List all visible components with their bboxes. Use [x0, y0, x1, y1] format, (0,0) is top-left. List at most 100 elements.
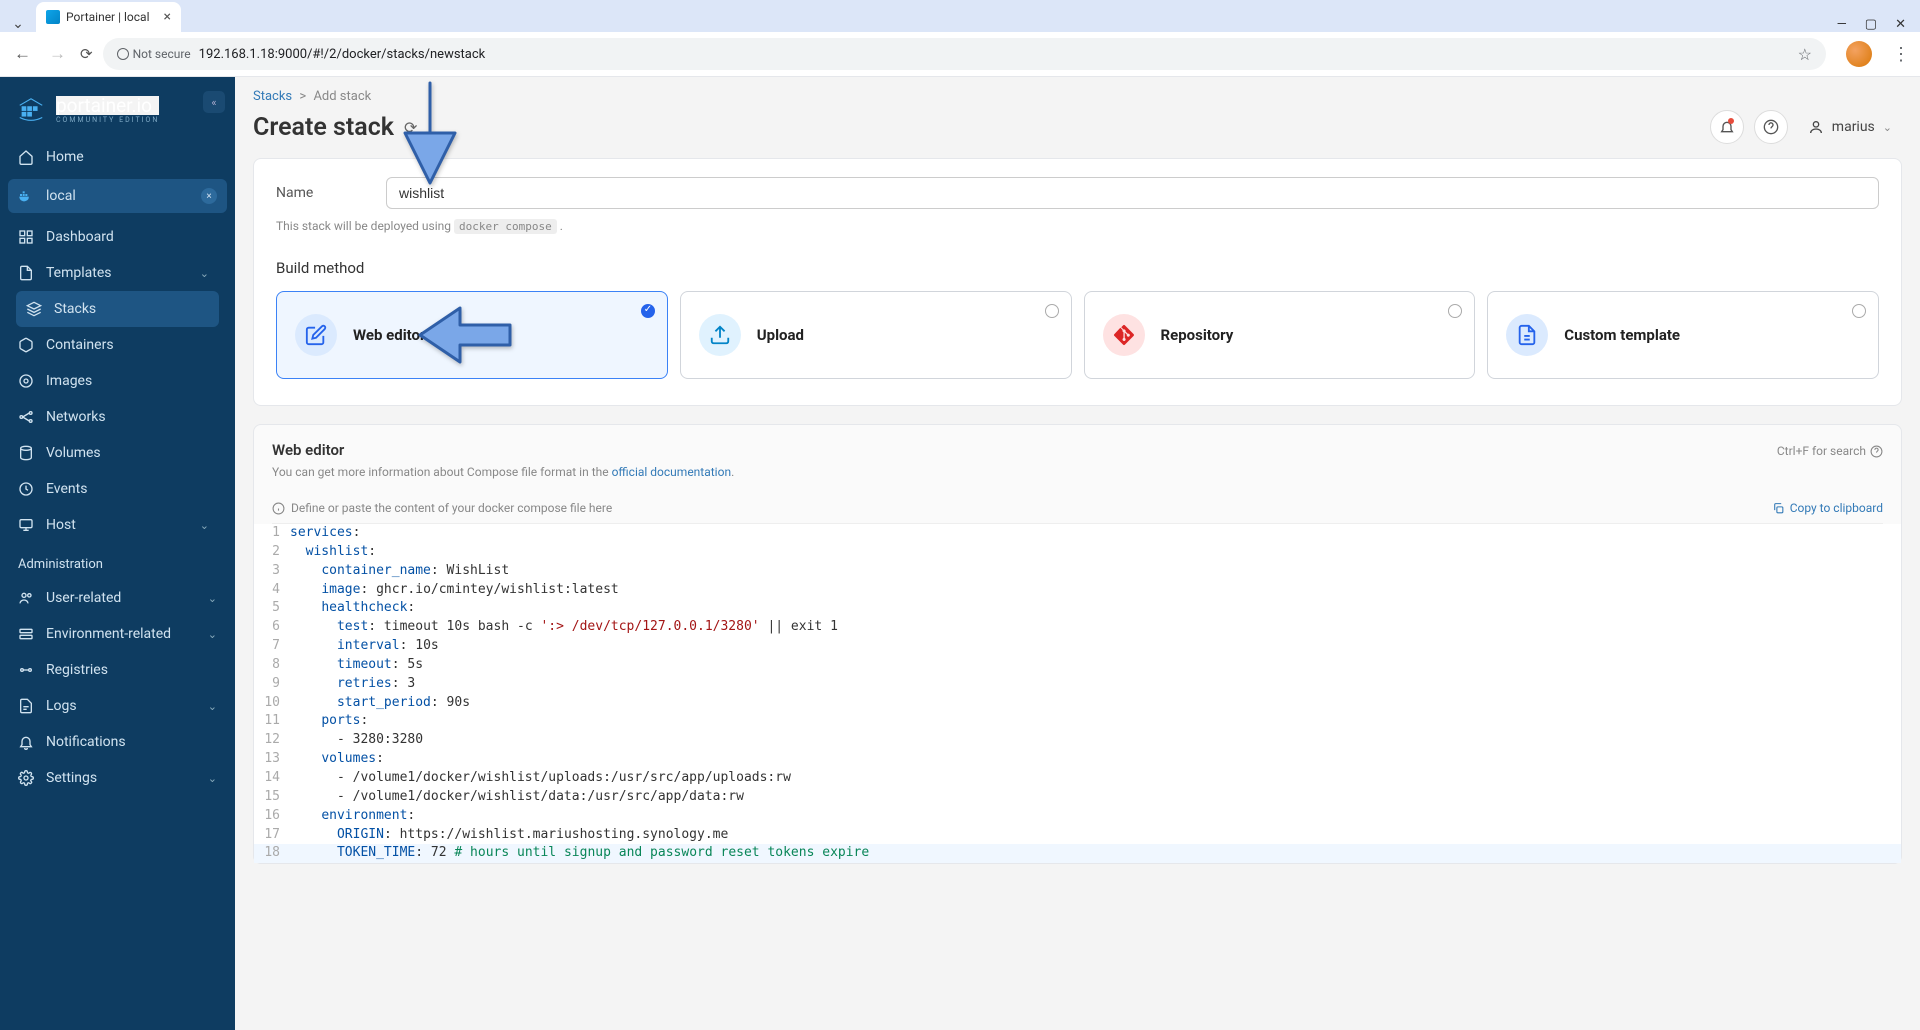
sidebar-item-templates[interactable]: Templates ⌄ — [8, 255, 227, 291]
chevron-down-icon: ⌄ — [208, 772, 217, 785]
back-icon[interactable]: ← — [10, 40, 35, 68]
copy-icon — [1772, 502, 1785, 515]
code-line[interactable]: 5 healthcheck: — [254, 599, 1901, 618]
brand-sub-text: COMMUNITY EDITION — [56, 117, 159, 124]
upload-icon — [699, 314, 741, 356]
sidebar-item-notifications[interactable]: Notifications — [0, 724, 235, 760]
sidebar-item-label: Networks — [46, 409, 106, 425]
url-box[interactable]: Not secure 192.168.1.18:9000/#!/2/docker… — [103, 38, 1826, 70]
code-line[interactable]: 16 environment: — [254, 807, 1901, 826]
code-line[interactable]: 3 container_name: WishList — [254, 562, 1901, 581]
tab-search-dropdown[interactable]: ⌄ — [8, 16, 28, 32]
code-line[interactable]: 9 retries: 3 — [254, 675, 1901, 694]
refresh-icon[interactable]: ⟳ — [404, 118, 417, 137]
sidebar-item-label: Templates — [46, 265, 112, 281]
code-line[interactable]: 7 interval: 10s — [254, 637, 1901, 656]
copy-to-clipboard-button[interactable]: Copy to clipboard — [1772, 501, 1883, 515]
code-line[interactable]: 2 wishlist: — [254, 543, 1901, 562]
code-line[interactable]: 4 image: ghcr.io/cmintey/wishlist:latest — [254, 581, 1901, 600]
sidebar-item-home[interactable]: Home — [0, 139, 235, 175]
stack-form-card: Name This stack will be deployed using d… — [253, 158, 1902, 406]
profile-avatar-icon[interactable] — [1846, 41, 1872, 67]
page-header: Create stack ⟳ marius ⌄ — [235, 110, 1920, 158]
reload-icon[interactable]: ⟳ — [80, 45, 93, 63]
environment-close-icon[interactable]: × — [201, 188, 217, 204]
env-icon — [18, 626, 34, 642]
chevron-down-icon: ⌄ — [200, 267, 209, 280]
method-label: Custom template — [1564, 326, 1680, 344]
admin-heading: Administration — [0, 543, 235, 580]
code-line[interactable]: 17 ORIGIN: https://wishlist.mariushostin… — [254, 826, 1901, 845]
sidebar-item-containers[interactable]: Containers — [8, 327, 227, 363]
help-icon — [1763, 119, 1779, 135]
sidebar-item-stacks[interactable]: Stacks — [16, 291, 219, 327]
code-line[interactable]: 10 start_period: 90s — [254, 694, 1901, 713]
method-repository[interactable]: Repository — [1084, 291, 1476, 379]
user-menu[interactable]: marius ⌄ — [1798, 113, 1902, 141]
browser-menu-icon[interactable]: ⋮ — [1892, 44, 1910, 65]
code-line[interactable]: 8 timeout: 5s — [254, 656, 1901, 675]
code-line[interactable]: 12 - 3280:3280 — [254, 731, 1901, 750]
maximize-icon[interactable]: ▢ — [1865, 17, 1877, 32]
minimize-icon[interactable]: — — [1837, 17, 1847, 32]
sidebar-environment[interactable]: local × — [8, 179, 227, 213]
sidebar-item-label: Settings — [46, 770, 97, 786]
radio-selected-icon — [641, 304, 655, 318]
build-method-options: Web editor Upload Repository Custom temp… — [276, 291, 1879, 379]
sidebar-item-user-related[interactable]: User-related⌄ — [0, 580, 235, 616]
docs-link[interactable]: official documentation — [612, 465, 732, 479]
code-editor[interactable]: 1services:2 wishlist:3 container_name: W… — [254, 524, 1901, 863]
tab-close-icon[interactable]: × — [164, 9, 171, 25]
help-icon[interactable] — [1870, 445, 1883, 458]
info-icon — [272, 502, 285, 515]
method-custom-template[interactable]: Custom template — [1487, 291, 1879, 379]
sidebar-item-networks[interactable]: Networks — [8, 399, 227, 435]
logs-icon — [18, 698, 34, 714]
code-line[interactable]: 1services: — [254, 524, 1901, 543]
security-indicator[interactable]: Not secure — [117, 47, 191, 61]
sidebar-item-logs[interactable]: Logs⌄ — [0, 688, 235, 724]
sidebar-item-label: Registries — [46, 662, 108, 678]
sidebar: portainer.io COMMUNITY EDITION « Home lo… — [0, 77, 235, 1030]
chevron-down-icon: ⌄ — [208, 628, 217, 641]
help-button[interactable] — [1754, 110, 1788, 144]
code-line[interactable]: 11 ports: — [254, 712, 1901, 731]
sidebar-item-host[interactable]: Host ⌄ — [8, 507, 227, 543]
radio-icon — [1852, 304, 1866, 318]
forward-icon[interactable]: → — [45, 40, 70, 68]
sidebar-item-registries[interactable]: Registries — [0, 652, 235, 688]
users-icon — [18, 590, 34, 606]
breadcrumb-root[interactable]: Stacks — [253, 89, 292, 104]
method-upload[interactable]: Upload — [680, 291, 1072, 379]
editor-sub: You can get more information about Compo… — [272, 465, 1883, 479]
sidebar-item-images[interactable]: Images — [8, 363, 227, 399]
close-window-icon[interactable]: ✕ — [1895, 17, 1906, 32]
code-line[interactable]: 18 TOKEN_TIME: 72 # hours until signup a… — [254, 844, 1901, 863]
sidebar-item-label: Host — [46, 517, 76, 533]
method-web-editor[interactable]: Web editor — [276, 291, 668, 379]
sidebar-item-events[interactable]: Events — [8, 471, 227, 507]
sidebar-item-volumes[interactable]: Volumes — [8, 435, 227, 471]
main-content: Stacks > Add stack Create stack ⟳ marius… — [235, 77, 1920, 1030]
logo[interactable]: portainer.io COMMUNITY EDITION « — [0, 77, 235, 139]
code-line[interactable]: 15 - /volume1/docker/wishlist/data:/usr/… — [254, 788, 1901, 807]
collapse-sidebar-button[interactable]: « — [203, 91, 225, 113]
code-line[interactable]: 6 test: timeout 10s bash -c ':> /dev/tcp… — [254, 618, 1901, 637]
bookmark-star-icon[interactable]: ☆ — [1798, 45, 1812, 64]
networks-icon — [18, 409, 34, 425]
sidebar-item-settings[interactable]: Settings ⌄ — [0, 760, 235, 796]
sidebar-item-dashboard[interactable]: Dashboard — [8, 219, 227, 255]
code-line[interactable]: 14 - /volume1/docker/wishlist/uploads:/u… — [254, 769, 1901, 788]
notifications-button[interactable] — [1710, 110, 1744, 144]
browser-tab[interactable]: Portainer | local × — [36, 2, 181, 32]
events-icon — [18, 481, 34, 497]
placeholder-hint: Define or paste the content of your dock… — [291, 501, 612, 515]
chevron-down-icon: ⌄ — [200, 519, 209, 532]
code-line[interactable]: 13 volumes: — [254, 750, 1901, 769]
breadcrumb: Stacks > Add stack — [235, 77, 1920, 110]
sidebar-item-env-related[interactable]: Environment-related⌄ — [0, 616, 235, 652]
chevron-down-icon: ⌄ — [208, 592, 217, 605]
sidebar-item-label: Volumes — [46, 445, 101, 461]
stack-name-input[interactable] — [386, 177, 1879, 209]
git-icon — [1103, 314, 1145, 356]
